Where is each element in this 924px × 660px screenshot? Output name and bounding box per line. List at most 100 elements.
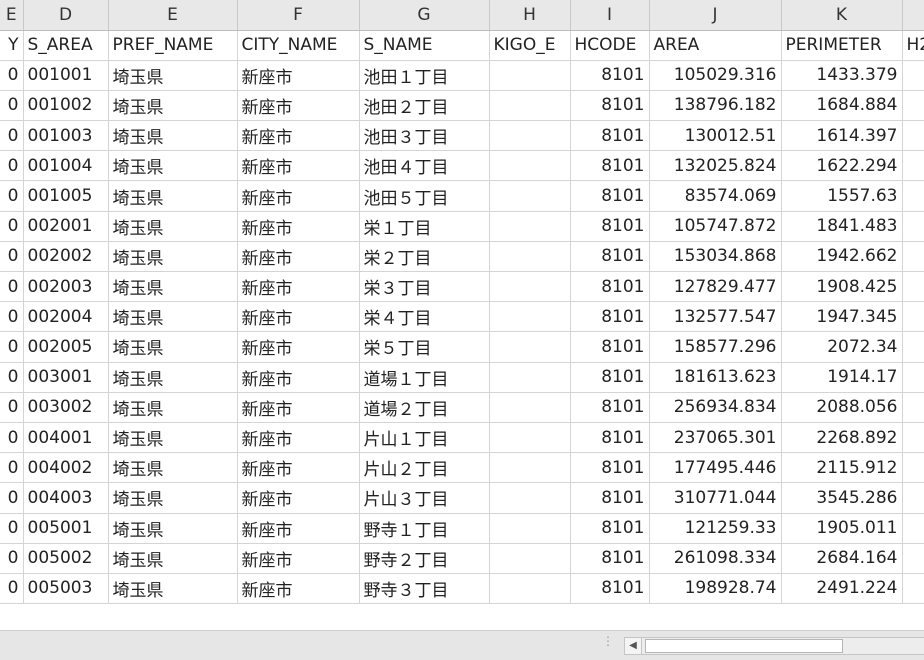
cell[interactable] [489, 60, 571, 91]
cell[interactable] [902, 573, 924, 605]
cell[interactable]: 8101 [570, 150, 650, 182]
cell[interactable]: 8101 [570, 241, 650, 273]
cell[interactable]: 池田１丁目 [359, 60, 490, 91]
cell[interactable] [489, 482, 571, 514]
cell[interactable]: 1557.63 [781, 180, 903, 212]
cell[interactable]: 8101 [570, 180, 650, 212]
cell[interactable]: 埼玉県 [108, 271, 238, 303]
cell[interactable]: 0 [0, 180, 24, 212]
cell[interactable]: 道場１丁目 [359, 362, 490, 393]
cell[interactable]: 2491.224 [781, 573, 903, 605]
field-header-cell[interactable]: CITY_NAME [237, 30, 360, 61]
cell[interactable]: 新座市 [237, 331, 360, 363]
cell[interactable]: 0 [0, 392, 24, 423]
cell[interactable]: 栄５丁目 [359, 331, 490, 363]
cell[interactable] [489, 573, 571, 605]
field-header-cell[interactable]: PREF_NAME [108, 30, 238, 61]
cell[interactable]: 132577.547 [649, 301, 782, 333]
cell[interactable]: 埼玉県 [108, 513, 238, 544]
cell[interactable] [902, 241, 924, 273]
cell[interactable]: 130012.51 [649, 120, 782, 152]
cell[interactable]: 0 [0, 513, 24, 544]
cell[interactable]: 0 [0, 543, 24, 574]
cell[interactable]: 埼玉県 [108, 362, 238, 393]
cell[interactable]: 002001 [23, 211, 109, 242]
cell[interactable]: 1905.011 [781, 513, 903, 544]
cell[interactable]: 埼玉県 [108, 452, 238, 484]
cell[interactable]: 0 [0, 422, 24, 454]
field-header-cell[interactable]: S_AREA [23, 30, 109, 61]
cell[interactable]: 埼玉県 [108, 150, 238, 182]
cell[interactable]: 新座市 [237, 452, 360, 484]
split-grip-icon[interactable]: ⋮ [602, 635, 614, 653]
cell[interactable]: 3545.286 [781, 482, 903, 514]
cell[interactable] [489, 362, 571, 393]
cell[interactable]: 片山１丁目 [359, 422, 490, 454]
cell[interactable] [902, 211, 924, 242]
cell[interactable]: 8101 [570, 422, 650, 454]
cell[interactable]: 埼玉県 [108, 241, 238, 273]
cell[interactable] [902, 60, 924, 91]
cell[interactable]: 新座市 [237, 482, 360, 514]
cell[interactable]: 261098.334 [649, 543, 782, 574]
cell[interactable]: 8101 [570, 301, 650, 333]
cell[interactable]: 新座市 [237, 513, 360, 544]
cell[interactable]: 0 [0, 90, 24, 122]
cell[interactable]: 野寺３丁目 [359, 573, 490, 605]
cell[interactable]: 新座市 [237, 211, 360, 242]
cell[interactable]: 1947.345 [781, 301, 903, 333]
cell[interactable]: 105029.316 [649, 60, 782, 91]
cell[interactable] [489, 513, 571, 544]
column-header[interactable]: H [489, 0, 571, 31]
column-header[interactable]: F [237, 0, 360, 31]
cell[interactable]: 198928.74 [649, 573, 782, 605]
cell[interactable]: 栄４丁目 [359, 301, 490, 333]
column-header[interactable]: E [108, 0, 238, 31]
cell[interactable] [902, 150, 924, 182]
cell[interactable]: 埼玉県 [108, 180, 238, 212]
cell[interactable]: 埼玉県 [108, 301, 238, 333]
cell[interactable]: 新座市 [237, 392, 360, 423]
cell[interactable] [902, 180, 924, 212]
cell[interactable]: 003001 [23, 362, 109, 393]
cell[interactable]: 新座市 [237, 543, 360, 574]
cell[interactable]: 005003 [23, 573, 109, 605]
cell[interactable] [489, 331, 571, 363]
cell[interactable]: 新座市 [237, 362, 360, 393]
cell[interactable] [902, 422, 924, 454]
cell[interactable] [489, 120, 571, 152]
cell[interactable] [902, 392, 924, 423]
cell[interactable]: 1942.662 [781, 241, 903, 273]
cell[interactable]: 2268.892 [781, 422, 903, 454]
cell[interactable]: 池田２丁目 [359, 90, 490, 122]
column-header[interactable] [902, 0, 924, 31]
cell[interactable]: 004003 [23, 482, 109, 514]
cell[interactable]: 001003 [23, 120, 109, 152]
cell[interactable]: 310771.044 [649, 482, 782, 514]
cell[interactable]: 002005 [23, 331, 109, 363]
cell[interactable]: 2684.164 [781, 543, 903, 574]
cell[interactable] [902, 331, 924, 363]
cell[interactable] [489, 211, 571, 242]
cell[interactable] [489, 452, 571, 484]
cell[interactable]: 004001 [23, 422, 109, 454]
cell[interactable]: 新座市 [237, 573, 360, 605]
column-header[interactable]: E [0, 0, 24, 31]
cell[interactable]: 野寺１丁目 [359, 513, 490, 544]
cell[interactable]: 1614.397 [781, 120, 903, 152]
cell[interactable]: 004002 [23, 452, 109, 484]
cell[interactable]: 8101 [570, 362, 650, 393]
cell[interactable]: 177495.446 [649, 452, 782, 484]
cell[interactable]: 8101 [570, 573, 650, 605]
cell[interactable]: 栄３丁目 [359, 271, 490, 303]
cell[interactable]: 0 [0, 301, 24, 333]
cell[interactable]: 1433.379 [781, 60, 903, 91]
cell[interactable]: 138796.182 [649, 90, 782, 122]
cell[interactable]: 0 [0, 241, 24, 273]
cell[interactable]: 001005 [23, 180, 109, 212]
cell[interactable] [902, 362, 924, 393]
cell[interactable]: 埼玉県 [108, 331, 238, 363]
cell[interactable]: 新座市 [237, 90, 360, 122]
column-header[interactable]: D [23, 0, 109, 31]
cell[interactable]: 埼玉県 [108, 573, 238, 605]
